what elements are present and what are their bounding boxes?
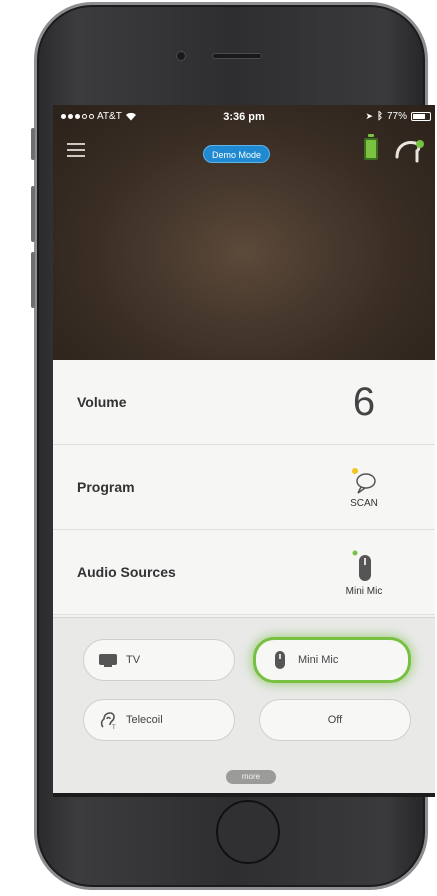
status-bar: AT&T 3:36 pm ➤ ᛒ 77% (53, 105, 435, 127)
phone-battery-icon (411, 112, 431, 121)
hamburger-menu-icon[interactable] (67, 143, 85, 157)
speech-bubble-icon (352, 468, 376, 494)
telecoil-source-label: Telecoil (126, 714, 163, 726)
app-screen: AT&T 3:36 pm ➤ ᛒ 77% Demo Mode Volume 6 … (53, 105, 435, 793)
demo-mode-badge: Demo Mode (203, 145, 271, 163)
phone-battery-level (413, 114, 426, 119)
off-source-button[interactable]: Off (259, 699, 411, 741)
audio-sources-label: Audio Sources (77, 564, 176, 580)
program-value-box: SCAN (329, 445, 399, 530)
audio-sources-row[interactable]: Audio Sources Mini Mic (53, 530, 435, 615)
mute-switch (31, 128, 35, 160)
telecoil-ear-icon: T (98, 710, 118, 730)
telecoil-source-button[interactable]: T Telecoil (83, 699, 235, 741)
program-row[interactable]: Program SCAN (53, 445, 435, 530)
hero-background: AT&T 3:36 pm ➤ ᛒ 77% Demo Mode (53, 105, 435, 360)
program-label: Program (77, 479, 135, 495)
location-icon: ➤ (365, 111, 373, 121)
earpiece-speaker (212, 53, 262, 59)
battery-percent: 77% (386, 111, 407, 122)
volume-up-button (31, 186, 35, 242)
off-source-label: Off (327, 714, 343, 726)
screen-bottom-edge (53, 793, 435, 797)
front-camera (176, 51, 186, 61)
mini-mic-source-label: Mini Mic (298, 654, 339, 666)
volume-label: Volume (77, 394, 127, 410)
hearing-aid-battery-icon[interactable] (364, 134, 378, 160)
tv-icon (98, 650, 118, 670)
program-value: SCAN (350, 498, 378, 509)
audio-sources-value: Mini Mic (345, 586, 383, 597)
volume-value: 6 (352, 380, 376, 424)
volume-row[interactable]: Volume 6 (53, 360, 435, 445)
tv-source-label: TV (126, 654, 141, 666)
audio-source-panel: TV Mini Mic T Telecoil Off more (53, 617, 435, 793)
volume-down-button (31, 252, 35, 308)
bluetooth-icon: ᛒ (376, 111, 383, 122)
mini-mic-icon (270, 650, 290, 670)
status-right: ➤ ᛒ 77% (365, 111, 431, 122)
tv-source-button[interactable]: TV (83, 639, 235, 681)
settings-list: Volume 6 Program SCAN Audio Sources Mini… (53, 360, 435, 615)
svg-text:T: T (112, 725, 116, 730)
audio-sources-value-box: Mini Mic (329, 530, 399, 615)
hearing-aid-icon[interactable] (393, 137, 425, 163)
more-button[interactable]: more (226, 770, 276, 784)
volume-value-box: 6 (329, 360, 399, 445)
mini-mic-icon (352, 550, 371, 581)
mini-mic-source-button[interactable]: Mini Mic (253, 637, 411, 683)
home-button (216, 800, 280, 864)
